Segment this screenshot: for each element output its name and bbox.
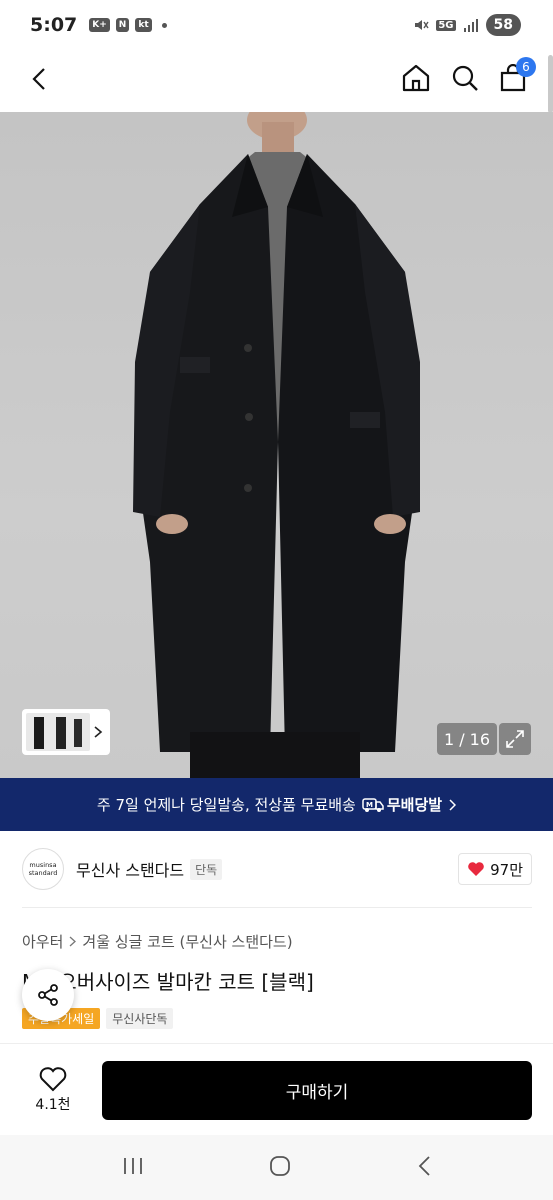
heart-outline-icon bbox=[39, 1067, 67, 1092]
promo-badge: M 무배당발 bbox=[362, 794, 442, 815]
home-circle-icon bbox=[270, 1155, 291, 1176]
exclusive-badge: 단독 bbox=[190, 858, 223, 880]
cart-button[interactable]: 6 bbox=[498, 57, 536, 93]
search-icon bbox=[452, 65, 478, 91]
notification-chip: kt bbox=[135, 18, 152, 32]
promo-text: 주 7일 언제나 당일발송, 전상품 무료배송 bbox=[96, 796, 356, 814]
wishlist-button[interactable]: 4.1천 bbox=[22, 1062, 84, 1118]
svg-text:M: M bbox=[366, 801, 373, 809]
share-button[interactable] bbox=[22, 969, 74, 1021]
back-button[interactable] bbox=[24, 64, 54, 94]
brand-like-count: 97만 bbox=[490, 860, 523, 879]
status-bar: 5:07 K+ N kt 5G 58 bbox=[0, 0, 553, 50]
breadcrumb-item[interactable]: 아우터 bbox=[22, 931, 63, 952]
home-nav-button[interactable] bbox=[268, 1154, 292, 1182]
more-notifications-icon bbox=[161, 22, 167, 28]
brand-logo-text: musinsa bbox=[29, 861, 57, 869]
breadcrumb-item[interactable]: 겨울 싱글 코트 (무신사 스탠다드) bbox=[82, 931, 292, 952]
cart-count-badge: 6 bbox=[516, 57, 536, 77]
product-detail-page: 5:07 K+ N kt 5G 58 6 1 / 16 주 7일 언제나 당일발… bbox=[0, 0, 553, 1200]
system-status: 5G 58 bbox=[413, 14, 521, 36]
chevron-left-icon bbox=[32, 68, 45, 90]
wishlist-count: 4.1천 bbox=[35, 1097, 71, 1113]
notification-chip: K+ bbox=[89, 18, 110, 32]
share-icon bbox=[38, 984, 58, 1006]
search-button[interactable] bbox=[449, 62, 481, 94]
buy-button[interactable]: 구매하기 bbox=[102, 1061, 532, 1120]
divider bbox=[22, 907, 532, 908]
expand-icon bbox=[506, 730, 524, 748]
exclusive-tag: 무신사단독 bbox=[106, 1008, 174, 1029]
network-type: 5G bbox=[436, 19, 456, 31]
delivery-promo-banner[interactable]: 주 7일 언제나 당일발송, 전상품 무료배송 M 무배당발 bbox=[0, 778, 553, 831]
product-image-carousel[interactable]: 1 / 16 bbox=[0, 112, 553, 778]
heart-filled-icon bbox=[468, 862, 484, 876]
battery-indicator: 58 bbox=[485, 14, 521, 36]
home-button[interactable] bbox=[400, 62, 432, 94]
recent-apps-icon bbox=[124, 1157, 143, 1174]
fullscreen-button[interactable] bbox=[499, 723, 531, 755]
notification-chip: N bbox=[115, 18, 130, 32]
back-nav-button[interactable] bbox=[417, 1155, 431, 1181]
mute-icon bbox=[415, 20, 429, 30]
category-breadcrumb: 아우터 겨울 싱글 코트 (무신사 스탠다드) bbox=[22, 931, 293, 952]
image-thumbnail-strip[interactable] bbox=[22, 709, 110, 755]
brand-logo-text: standard bbox=[28, 869, 58, 877]
delivery-truck-icon: M bbox=[362, 797, 384, 812]
recent-apps-button[interactable] bbox=[122, 1156, 144, 1180]
brand-logo[interactable]: musinsa standard bbox=[22, 848, 64, 890]
scrollbar[interactable] bbox=[548, 55, 553, 113]
notification-icons: K+ N kt bbox=[89, 18, 167, 32]
purchase-bar: 4.1천 구매하기 bbox=[0, 1043, 553, 1135]
promo-badge-label: 무배당발 bbox=[386, 796, 443, 814]
back-chevron-icon bbox=[418, 1155, 430, 1176]
chevron-right-icon bbox=[449, 798, 457, 811]
thumbnail-image[interactable] bbox=[26, 713, 90, 751]
image-counter: 1 / 16 bbox=[437, 723, 497, 755]
brand-row: musinsa standard 무신사 스탠다드 단독 97만 bbox=[22, 848, 532, 890]
top-navigation: 6 bbox=[0, 50, 553, 112]
product-photo bbox=[133, 112, 420, 778]
chevron-right-icon bbox=[94, 726, 103, 738]
home-icon bbox=[402, 64, 430, 92]
system-navigation-bar bbox=[0, 1135, 553, 1200]
status-time: 5:07 bbox=[30, 14, 78, 36]
chevron-right-icon bbox=[69, 936, 77, 947]
brand-name-link[interactable]: 무신사 스탠다드 bbox=[76, 857, 184, 881]
signal-icon bbox=[463, 19, 478, 32]
brand-like-button[interactable]: 97만 bbox=[458, 853, 532, 885]
